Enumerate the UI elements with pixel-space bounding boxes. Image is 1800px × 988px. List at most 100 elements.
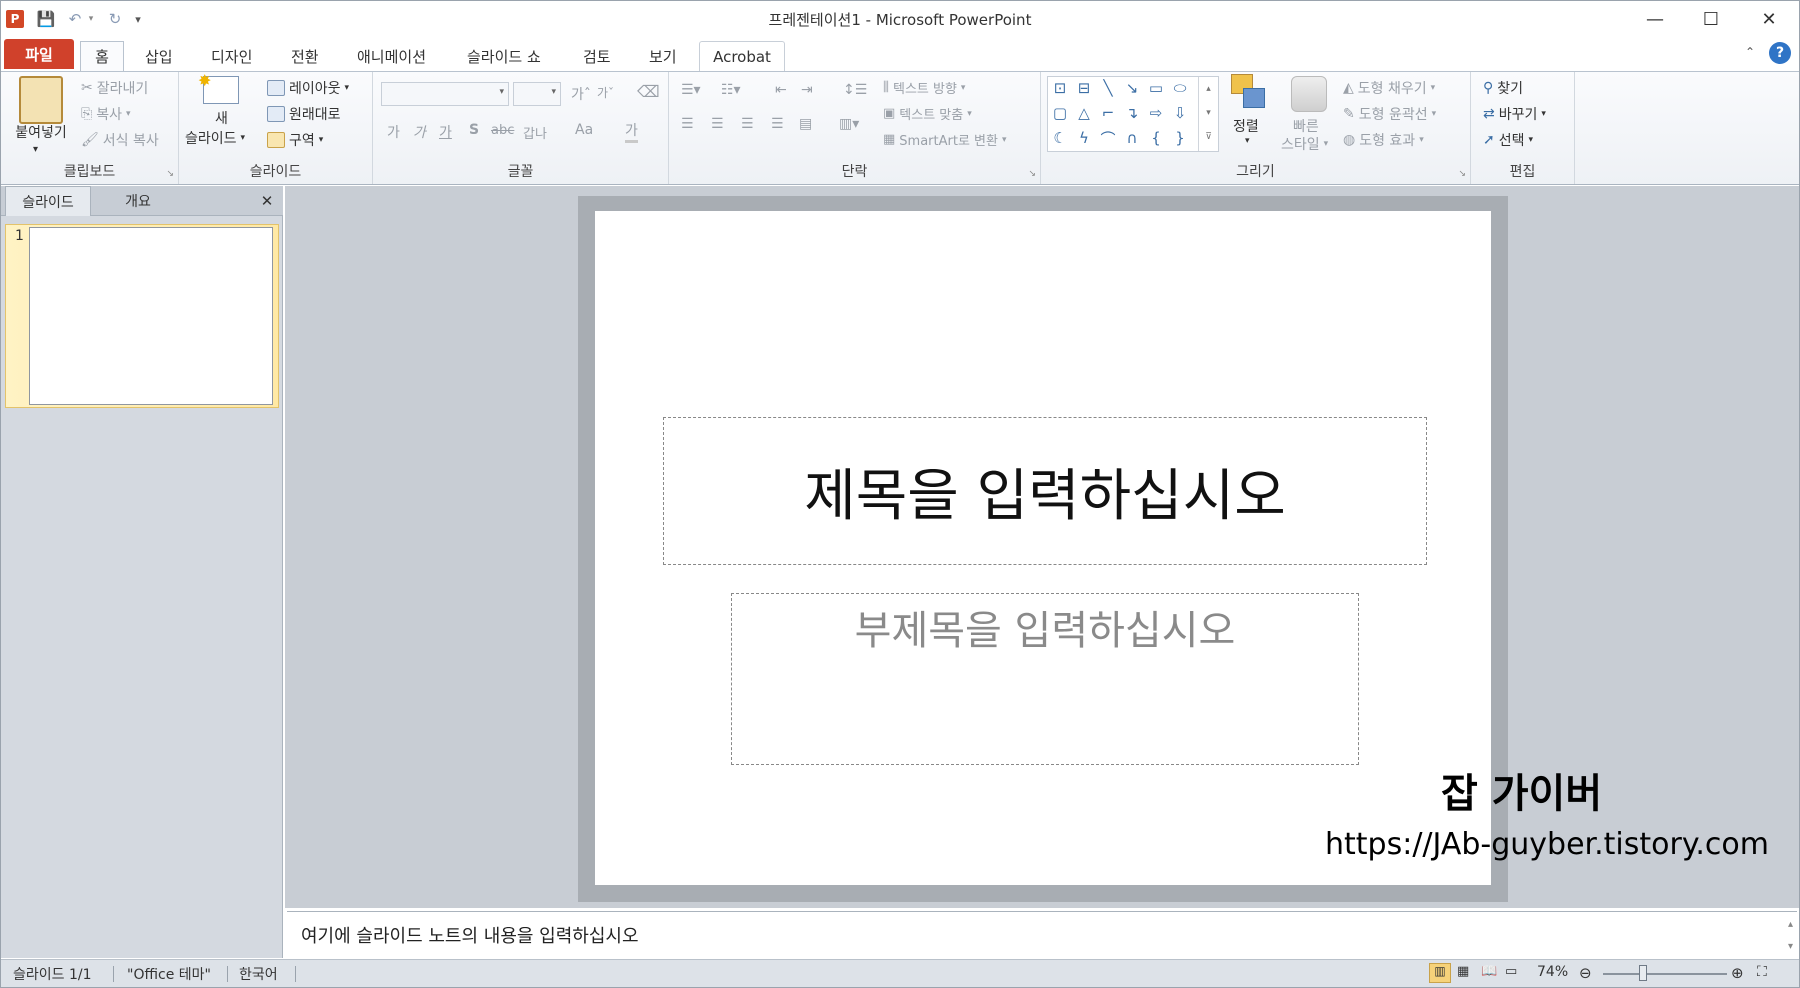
normal-view-icon[interactable]: ▥ xyxy=(1429,963,1451,983)
zoom-in-icon[interactable]: ⊕ xyxy=(1731,964,1744,982)
strikethrough-button[interactable]: abc xyxy=(491,123,514,138)
arc-shape-icon[interactable]: ⌒ xyxy=(1098,129,1118,148)
tab-outline-pane[interactable]: 개요 xyxy=(95,186,181,216)
grow-font-icon[interactable]: 가ˆ xyxy=(571,84,591,104)
new-slide-label-1[interactable]: 새 xyxy=(215,108,228,128)
subtitle-placeholder[interactable]: 부제목을 입력하십시오 xyxy=(731,593,1359,765)
close-pane-button[interactable]: ✕ xyxy=(255,186,279,216)
slideshow-view-icon[interactable]: ▭ xyxy=(1505,964,1517,979)
paragraph-dialog-launcher-icon[interactable]: ↘ xyxy=(1028,169,1036,179)
shape-fill-button[interactable]: ◭ 도형 채우기 ▾ xyxy=(1343,78,1435,98)
shape-effects-button[interactable]: ◍ 도형 효과 ▾ xyxy=(1343,130,1424,150)
change-case-button[interactable]: Aa xyxy=(575,122,593,138)
elbow-connector-shape-icon[interactable]: ⌐ xyxy=(1098,104,1118,122)
right-arrow-shape-icon[interactable]: ⇨ xyxy=(1146,104,1166,122)
triangle-shape-icon[interactable]: △ xyxy=(1074,104,1094,122)
clear-formatting-icon[interactable]: ⌫ xyxy=(637,82,660,101)
zoom-slider-track[interactable] xyxy=(1603,973,1727,975)
language-status[interactable]: 한국어 xyxy=(239,964,278,984)
reading-view-icon[interactable]: 📖 xyxy=(1481,964,1497,979)
arrange-dropdown-icon[interactable]: ▾ xyxy=(1245,136,1250,146)
textbox-shape-icon[interactable]: ⊡ xyxy=(1050,79,1070,97)
distribute-icon[interactable]: ▤ xyxy=(799,116,812,132)
clipboard-dialog-launcher-icon[interactable]: ↘ xyxy=(166,169,174,179)
find-button[interactable]: ⚲ 찾기 xyxy=(1483,78,1523,98)
scribble-shape-icon[interactable]: ϟ xyxy=(1074,129,1094,147)
smartart-convert-button[interactable]: ▦ SmartArt로 변환 ▾ xyxy=(883,130,1007,149)
slide-thumbnail[interactable] xyxy=(29,227,273,405)
italic-button[interactable]: 가 xyxy=(413,122,426,142)
shapes-gallery[interactable]: ⊡ ⊟ ╲ ↘ ▭ ⬭ ▢ △ ⌐ ↴ ⇨ ⇩ ☾ ϟ ⌒ ∩ { } ▴ ▾ ⊽ xyxy=(1047,76,1219,152)
layout-button[interactable]: 레이아웃 ▾ xyxy=(267,78,349,98)
slide-sorter-view-icon[interactable]: ▦ xyxy=(1457,964,1469,979)
curve-shape-icon[interactable]: ∩ xyxy=(1122,129,1142,147)
tab-insert[interactable]: 삽입 xyxy=(131,41,187,71)
close-button[interactable]: ✕ xyxy=(1741,1,1797,37)
bullets-icon[interactable]: ☰▾ xyxy=(681,82,701,98)
line-shape-icon[interactable]: ╲ xyxy=(1098,79,1118,97)
help-icon[interactable]: ? xyxy=(1769,42,1791,64)
numbering-icon[interactable]: ☷▾ xyxy=(721,82,741,98)
tab-transitions[interactable]: 전환 xyxy=(277,41,333,71)
copy-button[interactable]: ⎘ 복사 ▾ xyxy=(81,104,131,124)
paste-button[interactable]: 붙여넣기 xyxy=(9,122,73,142)
align-center-icon[interactable]: ☰ xyxy=(711,116,724,132)
paste-dropdown-icon[interactable]: ▾ xyxy=(33,144,38,155)
align-left-icon[interactable]: ☰ xyxy=(681,116,694,132)
decrease-indent-icon[interactable]: ⇤ xyxy=(775,82,787,98)
font-name-combobox[interactable]: ▾ xyxy=(381,82,509,106)
right-brace-shape-icon[interactable]: } xyxy=(1170,129,1190,147)
replace-button[interactable]: ⇄ 바꾸기 ▾ xyxy=(1483,104,1546,124)
rounded-rectangle-shape-icon[interactable]: ▢ xyxy=(1050,104,1070,122)
notes-pane[interactable]: 여기에 슬라이드 노트의 내용을 입력하십시오 ▴ ▾ xyxy=(287,911,1797,959)
shrink-font-icon[interactable]: 가ˇ xyxy=(597,84,614,101)
bold-button[interactable]: 가 xyxy=(387,122,400,142)
shapes-gallery-scroll[interactable]: ▴ ▾ ⊽ xyxy=(1198,77,1218,151)
line-spacing-icon[interactable]: ↕☰ xyxy=(843,82,867,98)
tab-acrobat[interactable]: Acrobat xyxy=(699,41,785,71)
notes-scrollbar[interactable]: ▴ ▾ xyxy=(1788,914,1793,958)
elbow-arrow-connector-shape-icon[interactable]: ↴ xyxy=(1122,104,1142,122)
zoom-level[interactable]: 74% xyxy=(1537,964,1568,980)
align-text-button[interactable]: ▣ 텍스트 맞춤 ▾ xyxy=(883,104,972,123)
arrow-line-shape-icon[interactable]: ↘ xyxy=(1122,79,1142,97)
minimize-ribbon-icon[interactable]: ⌃ xyxy=(1745,45,1755,59)
drawing-dialog-launcher-icon[interactable]: ↘ xyxy=(1458,169,1466,179)
tab-slides-pane[interactable]: 슬라이드 xyxy=(5,186,91,216)
character-spacing-button[interactable]: 갑나 xyxy=(523,123,547,142)
title-placeholder[interactable]: 제목을 입력하십시오 xyxy=(663,417,1427,565)
cut-button[interactable]: ✂ 잘라내기 xyxy=(81,78,148,98)
shape-outline-button[interactable]: ✎ 도형 윤곽선 ▾ xyxy=(1343,104,1436,124)
minimize-button[interactable]: — xyxy=(1627,1,1683,37)
section-button[interactable]: 구역 ▾ xyxy=(267,130,323,150)
justify-icon[interactable]: ☰ xyxy=(771,116,784,132)
vertical-textbox-shape-icon[interactable]: ⊟ xyxy=(1074,79,1094,97)
oval-shape-icon[interactable]: ⬭ xyxy=(1170,79,1190,97)
format-painter-button[interactable]: 🖌 서식 복사 xyxy=(81,130,159,150)
font-color-button[interactable]: 가 xyxy=(625,120,638,143)
tab-design[interactable]: 디자인 xyxy=(197,41,266,71)
arrange-button[interactable]: 정렬 xyxy=(1233,116,1259,136)
zoom-out-icon[interactable]: ⊖ xyxy=(1579,964,1592,982)
quick-styles-label-1[interactable]: 빠른 xyxy=(1293,116,1319,136)
increase-indent-icon[interactable]: ⇥ xyxy=(801,82,813,98)
tab-review[interactable]: 검토 xyxy=(569,41,625,71)
freeform-shape-icon[interactable]: ☾ xyxy=(1050,129,1070,147)
rectangle-shape-icon[interactable]: ▭ xyxy=(1146,79,1166,97)
columns-icon[interactable]: ▥▾ xyxy=(839,116,859,132)
tab-home[interactable]: 홈 xyxy=(80,41,124,71)
quick-styles-button[interactable]: 스타일 ▾ xyxy=(1281,134,1328,154)
tab-view[interactable]: 보기 xyxy=(635,41,691,71)
maximize-button[interactable]: ☐ xyxy=(1683,1,1739,37)
theme-status[interactable]: "Office 테마" xyxy=(127,964,211,984)
new-slide-button[interactable]: 슬라이드 ▾ xyxy=(185,128,245,148)
fit-to-window-icon[interactable]: ⛶ xyxy=(1757,964,1767,980)
underline-button[interactable]: 가 xyxy=(439,122,452,142)
zoom-slider-thumb[interactable] xyxy=(1639,965,1647,981)
text-direction-button[interactable]: ⫼ 텍스트 방향 ▾ xyxy=(883,78,965,97)
tab-slideshow[interactable]: 슬라이드 쇼 xyxy=(453,41,555,71)
down-arrow-shape-icon[interactable]: ⇩ xyxy=(1170,104,1190,122)
shadow-button[interactable]: S xyxy=(469,122,479,138)
reset-button[interactable]: 원래대로 xyxy=(267,104,341,124)
tab-file[interactable]: 파일 xyxy=(4,39,74,69)
